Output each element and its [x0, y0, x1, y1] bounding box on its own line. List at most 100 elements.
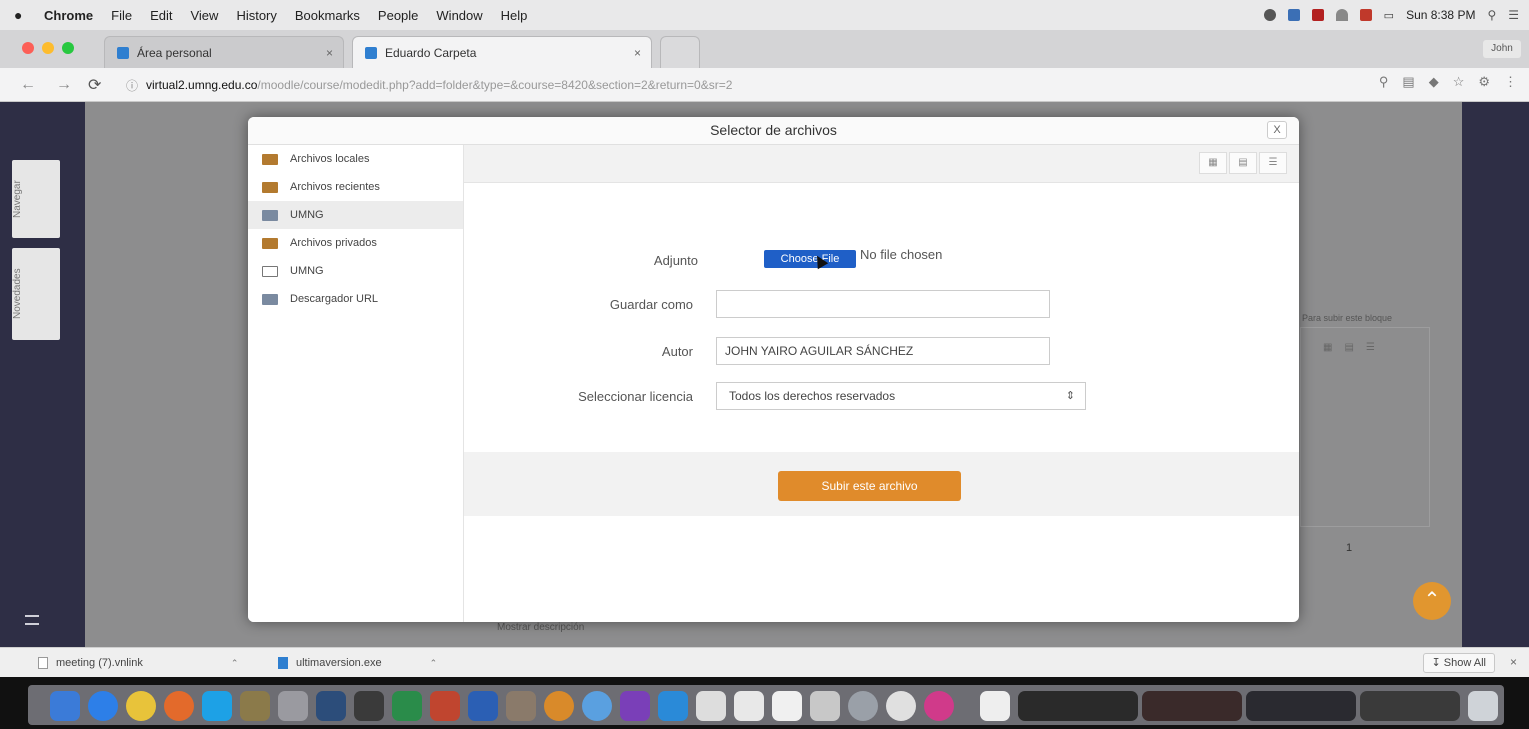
- repo-item[interactable]: Descargador URL: [248, 285, 463, 313]
- menu-file[interactable]: File: [111, 8, 132, 23]
- monitor-icon[interactable]: [316, 691, 346, 721]
- itunes-icon[interactable]: [924, 691, 954, 721]
- back-icon[interactable]: ←: [20, 76, 38, 94]
- skype-icon[interactable]: [202, 691, 232, 721]
- url-field[interactable]: ⓘ virtual2.umng.edu.co /moodle/course/mo…: [126, 73, 1336, 97]
- notes-icon[interactable]: [240, 691, 270, 721]
- reload-icon[interactable]: ⟳: [88, 75, 106, 95]
- info-icon[interactable]: ⓘ: [126, 77, 138, 94]
- extension-icon[interactable]: ◆: [1429, 74, 1439, 90]
- download-name: ultimaversion.exe: [296, 657, 382, 669]
- system-icon[interactable]: [886, 691, 916, 721]
- license-select[interactable]: Todos los derechos reservados ⇕: [716, 382, 1086, 410]
- choose-file-button[interactable]: Choose File: [764, 250, 856, 268]
- zoom-window-button[interactable]: [62, 42, 74, 54]
- save-as-input[interactable]: [716, 290, 1050, 318]
- preview-icon[interactable]: [810, 691, 840, 721]
- forward-icon[interactable]: →: [56, 76, 74, 94]
- download-item[interactable]: meeting (7).vnlink ⌃: [38, 654, 238, 672]
- dock: [0, 677, 1529, 729]
- upload-file-button[interactable]: Subir este archivo: [778, 471, 961, 501]
- trash-icon[interactable]: [1468, 691, 1498, 721]
- repo-item[interactable]: UMNG: [248, 201, 463, 229]
- settings-icon[interactable]: ⚙: [1478, 74, 1490, 90]
- powerpoint-icon[interactable]: [430, 691, 460, 721]
- repo-item[interactable]: UMNG: [248, 257, 463, 285]
- window-thumbnail[interactable]: [1018, 691, 1138, 721]
- star-icon[interactable]: ☆: [1453, 74, 1465, 90]
- finder-icon[interactable]: [50, 691, 80, 721]
- tab-navegar[interactable]: Navegar: [12, 160, 60, 238]
- menu-help[interactable]: Help: [501, 8, 528, 23]
- photos-icon[interactable]: [848, 691, 878, 721]
- tab-area-personal[interactable]: Área personal ×: [104, 36, 344, 68]
- notes-app-icon[interactable]: [734, 691, 764, 721]
- clock[interactable]: Sun 8:38 PM: [1406, 8, 1475, 22]
- tree-view-icon[interactable]: ☰: [1259, 152, 1287, 174]
- window-thumbnail[interactable]: [1360, 691, 1460, 721]
- menu-bar: ● Chrome File Edit View History Bookmark…: [0, 0, 1529, 30]
- photo-icon[interactable]: [354, 691, 384, 721]
- dialog-close-button[interactable]: X: [1267, 121, 1287, 139]
- menu-bookmarks[interactable]: Bookmarks: [295, 8, 360, 23]
- new-tab-button[interactable]: [660, 36, 700, 68]
- tab-eduardo-carpeta[interactable]: Eduardo Carpeta ×: [352, 36, 652, 68]
- app-icon[interactable]: [544, 691, 574, 721]
- pin-icon[interactable]: ⚲: [1379, 74, 1389, 90]
- repo-item[interactable]: Archivos recientes: [248, 173, 463, 201]
- menu-history[interactable]: History: [236, 8, 276, 23]
- word-icon[interactable]: [468, 691, 498, 721]
- minimize-window-button[interactable]: [42, 42, 54, 54]
- battery-icon[interactable]: ▭: [1384, 9, 1394, 22]
- excel-icon[interactable]: [392, 691, 422, 721]
- repo-item[interactable]: Archivos locales: [248, 145, 463, 173]
- reminders-icon[interactable]: [772, 691, 802, 721]
- search-icon[interactable]: ⚲: [1487, 8, 1496, 22]
- profile-button[interactable]: John: [1483, 40, 1521, 58]
- icons-view-icon[interactable]: ▦: [1199, 152, 1227, 174]
- app-icon[interactable]: [1311, 9, 1324, 21]
- close-window-button[interactable]: [22, 42, 34, 54]
- app-store-icon[interactable]: [658, 691, 688, 721]
- list-view-icon[interactable]: ▤: [1229, 152, 1257, 174]
- chevron-up-icon[interactable]: ⌃: [430, 658, 438, 669]
- menu-chrome[interactable]: Chrome: [44, 8, 93, 23]
- close-downloads-icon[interactable]: ×: [1510, 655, 1517, 669]
- menu-icon[interactable]: [25, 615, 39, 625]
- vs-icon[interactable]: [620, 691, 650, 721]
- show-all-downloads-button[interactable]: ↧ Show All: [1422, 653, 1495, 673]
- menu-view[interactable]: View: [190, 8, 218, 23]
- safari-icon[interactable]: [88, 691, 118, 721]
- calendar-icon[interactable]: [696, 691, 726, 721]
- close-tab-icon[interactable]: ×: [326, 46, 333, 60]
- flag-icon[interactable]: [1359, 9, 1372, 21]
- menu-people[interactable]: People: [378, 8, 418, 23]
- menu-dots-icon[interactable]: ⋮: [1504, 74, 1517, 90]
- list-icon[interactable]: ☰: [1508, 8, 1519, 22]
- menu-edit[interactable]: Edit: [150, 8, 172, 23]
- chrome-icon[interactable]: [126, 691, 156, 721]
- shield-icon[interactable]: [1287, 9, 1300, 21]
- menu-window[interactable]: Window: [436, 8, 482, 23]
- author-input[interactable]: JOHN YAIRO AGUILAR SÁNCHEZ: [716, 337, 1050, 365]
- media-icon[interactable]: [506, 691, 536, 721]
- drive-icon[interactable]: [1263, 9, 1276, 21]
- window-thumbnail[interactable]: [1246, 691, 1356, 721]
- tab-novedades[interactable]: Novedades: [12, 248, 60, 340]
- download-item[interactable]: ultimaversion.exe ⌃: [278, 654, 437, 672]
- firefox-icon[interactable]: [164, 691, 194, 721]
- document-icon[interactable]: [980, 691, 1010, 721]
- utility-icon[interactable]: [278, 691, 308, 721]
- translate-icon[interactable]: ▤: [1402, 74, 1414, 90]
- repo-item[interactable]: Archivos privados: [248, 229, 463, 257]
- scroll-top-button[interactable]: ⌃: [1413, 582, 1451, 620]
- moodle-favicon-icon: [365, 46, 377, 59]
- apple-icon[interactable]: ●: [14, 7, 28, 23]
- close-tab-icon[interactable]: ×: [634, 46, 641, 60]
- address-bar: ← → ⟳ ⓘ virtual2.umng.edu.co /moodle/cou…: [0, 68, 1529, 102]
- license-label: Seleccionar licencia: [578, 389, 693, 404]
- wifi-icon[interactable]: [1335, 9, 1348, 21]
- globe-icon[interactable]: [582, 691, 612, 721]
- window-thumbnail[interactable]: [1142, 691, 1242, 721]
- chevron-up-icon[interactable]: ⌃: [231, 658, 239, 669]
